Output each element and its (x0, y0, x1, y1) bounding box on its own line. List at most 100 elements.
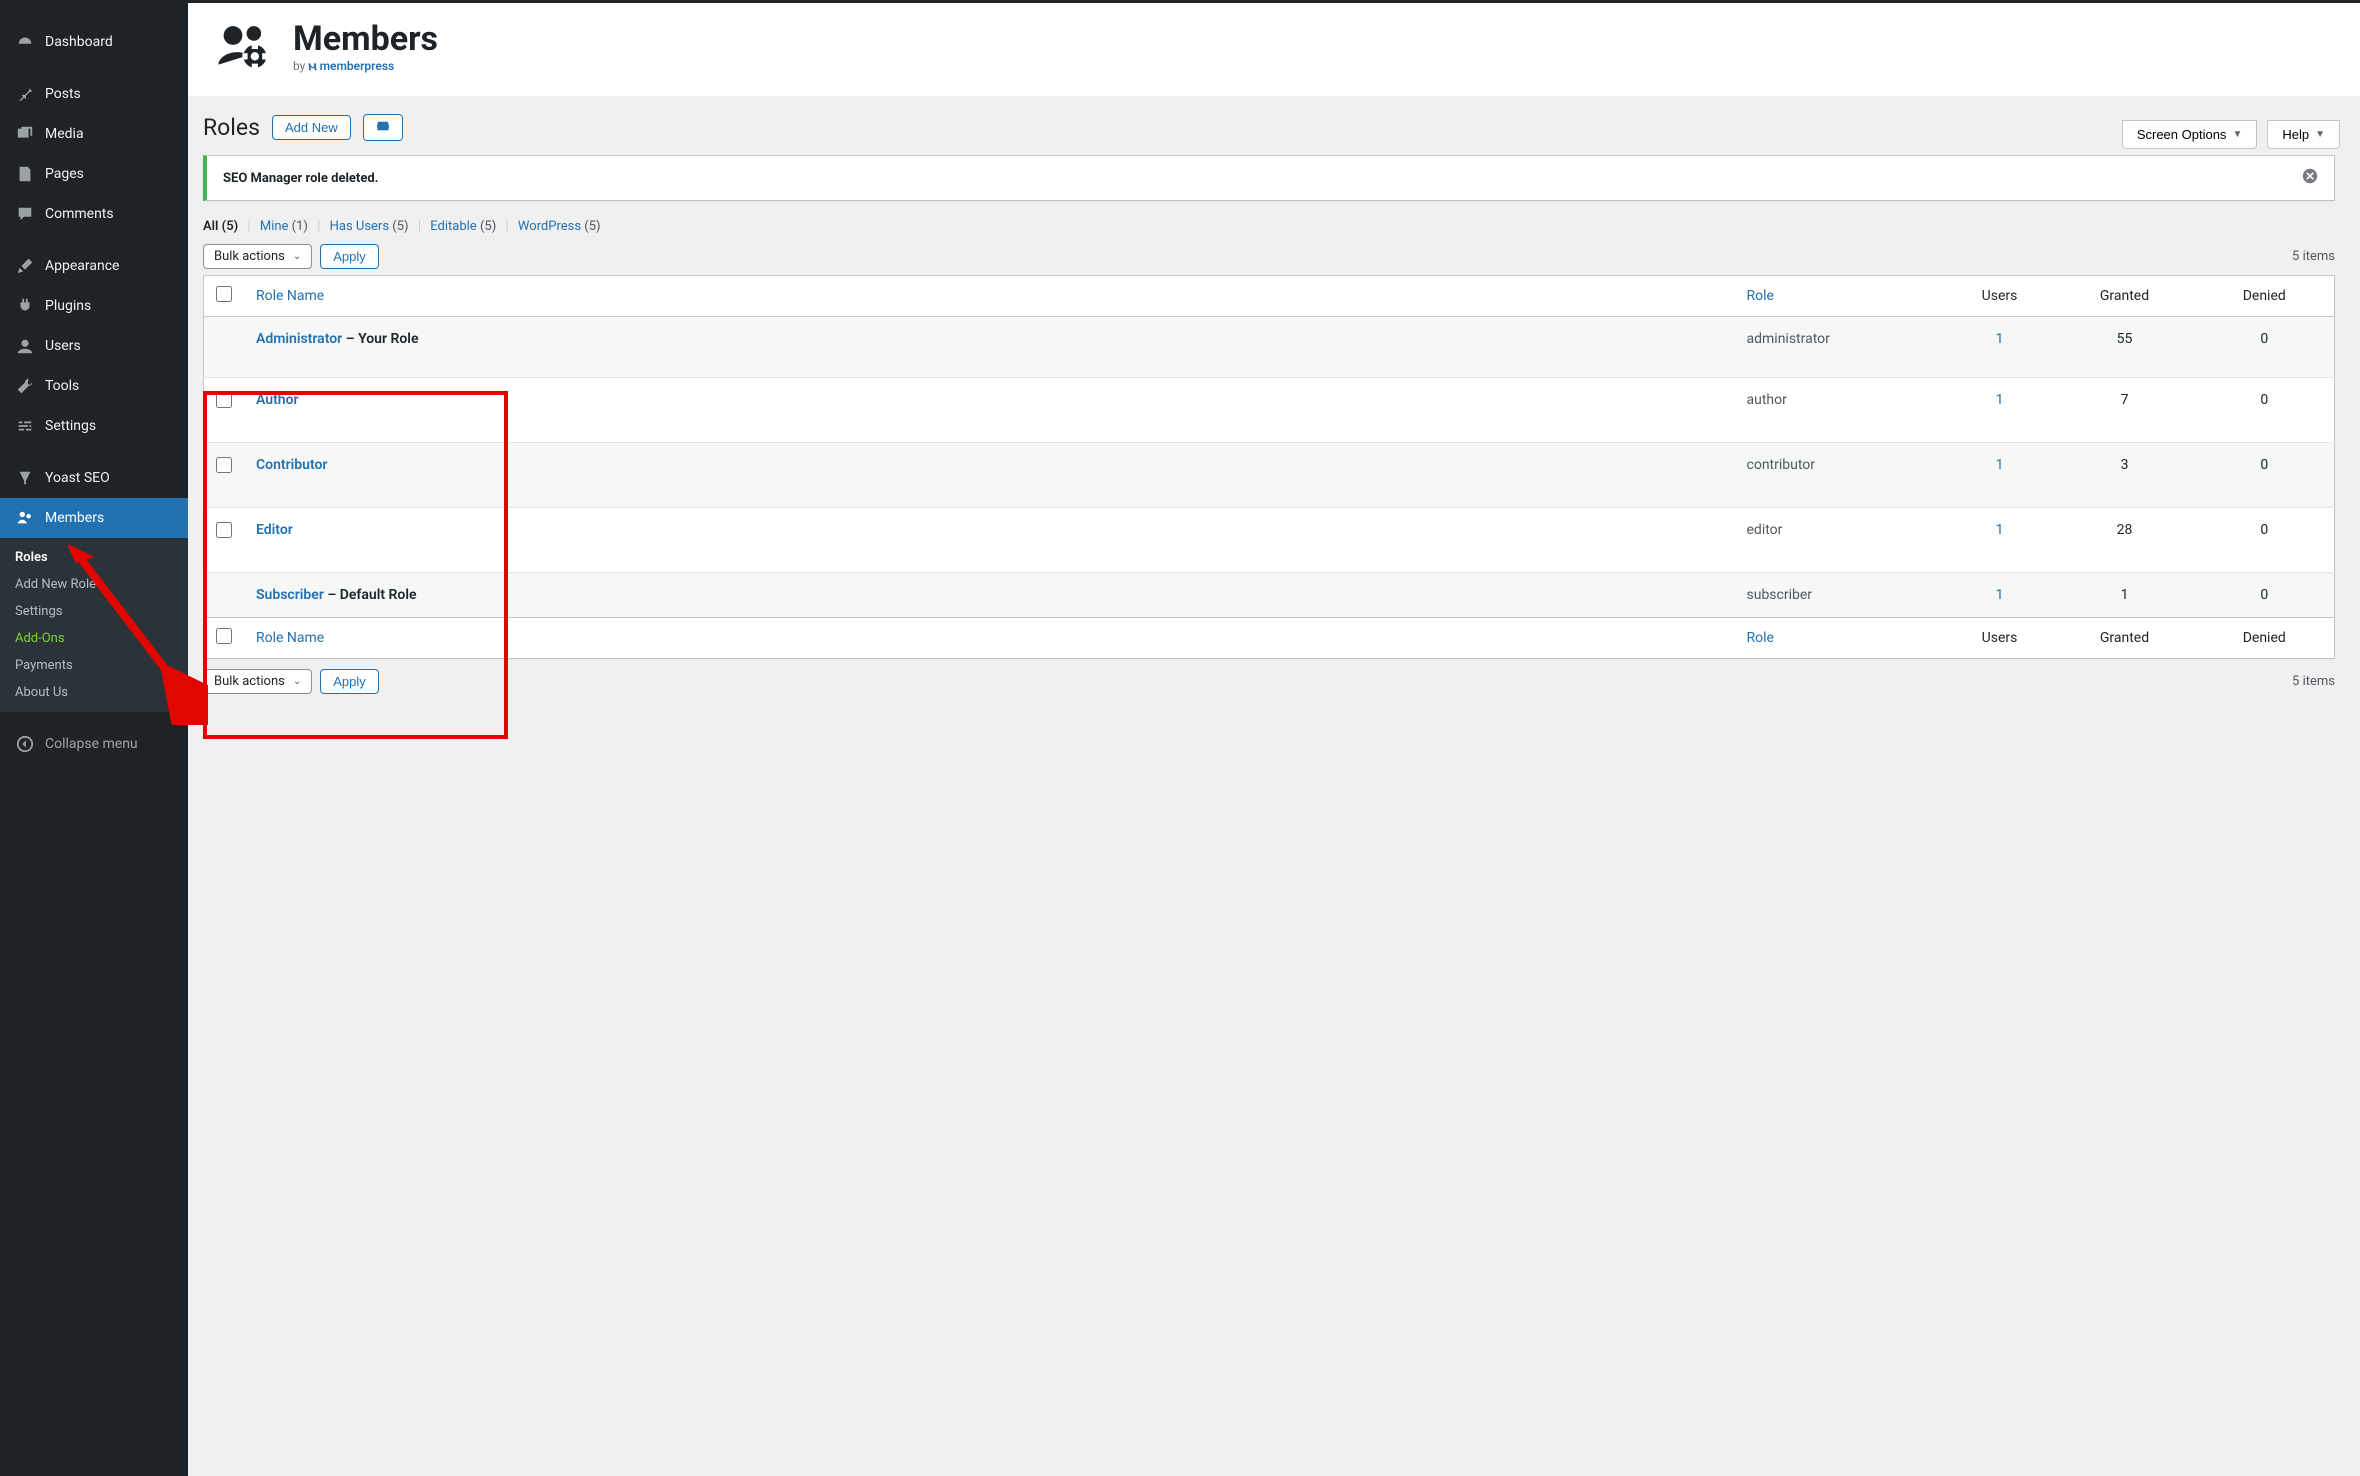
sidebar-item-yoast-seo[interactable]: Yoast SEO (0, 458, 188, 498)
members-icon (15, 508, 35, 528)
apply-bulk-button-bottom[interactable]: Apply (320, 669, 379, 694)
sliders-icon (15, 416, 35, 436)
items-count-bottom: 5 items (2292, 674, 2335, 689)
users-count-link[interactable]: 1 (1996, 522, 2004, 538)
inbox-button[interactable] (363, 114, 403, 141)
role-filters: All (5) | Mine (1) | Has Users (5) | Edi… (203, 219, 2335, 234)
select-all-checkbox[interactable] (216, 286, 232, 302)
sidebar-item-posts[interactable]: Posts (0, 74, 188, 114)
sidebar-item-users[interactable]: Users (0, 326, 188, 366)
notice-message: SEO Manager role deleted. (223, 171, 378, 186)
granted-count: 1 (2055, 573, 2195, 618)
users-count-link[interactable]: 1 (1996, 457, 2004, 473)
denied-count: 0 (2195, 508, 2335, 573)
col-granted: Granted (2055, 276, 2195, 317)
add-new-button[interactable]: Add New (272, 115, 351, 140)
sidebar-item-comments[interactable]: Comments (0, 194, 188, 234)
row-checkbox[interactable] (216, 392, 232, 408)
role-suffix: – Your Role (342, 331, 418, 347)
row-checkbox[interactable] (216, 522, 232, 538)
bulk-actions-select-bottom[interactable]: Bulk actions ⌄ (203, 669, 312, 694)
sidebar-subitem-payments[interactable]: Payments (0, 652, 188, 679)
col-users: Users (1945, 618, 2055, 659)
filter-mine[interactable]: Mine (260, 219, 289, 234)
table-row: Authorauthor170 (204, 378, 2335, 443)
screen-options-button[interactable]: Screen Options ▼ (2122, 120, 2258, 149)
sidebar-item-members[interactable]: Members (0, 498, 188, 538)
pages-icon (15, 164, 35, 184)
role-name-link[interactable]: Subscriber (256, 587, 324, 603)
sidebar-subitem-settings[interactable]: Settings (0, 598, 188, 625)
role-slug: author (1735, 378, 1945, 443)
sidebar-item-label: Settings (45, 418, 96, 434)
row-checkbox[interactable] (216, 457, 232, 473)
sidebar-item-appearance[interactable]: Appearance (0, 246, 188, 286)
plug-icon (15, 296, 35, 316)
col-granted: Granted (2055, 618, 2195, 659)
collapse-icon (15, 734, 35, 754)
denied-count: 0 (2195, 573, 2335, 618)
filter-wordpress[interactable]: WordPress (518, 219, 581, 234)
pin-icon (15, 84, 35, 104)
role-suffix: – Default Role (324, 587, 417, 603)
role-name-link[interactable]: Author (256, 392, 299, 408)
sidebar-subitem-add-ons[interactable]: Add-Ons (0, 625, 188, 652)
sidebar-subitem-about-us[interactable]: About Us (0, 679, 188, 706)
items-count: 5 items (2292, 249, 2335, 264)
dismiss-notice-button[interactable] (2302, 168, 2318, 188)
col-denied: Denied (2195, 276, 2335, 317)
sidebar-collapse[interactable]: Collapse menu (0, 724, 188, 764)
users-count-link[interactable]: 1 (1996, 587, 2004, 603)
sidebar-item-tools[interactable]: Tools (0, 366, 188, 406)
table-row: Subscriber – Default Rolesubscriber110 (204, 573, 2335, 618)
granted-count: 7 (2055, 378, 2195, 443)
sidebar-item-label: Tools (45, 378, 79, 394)
sidebar-subitem-roles[interactable]: Roles (0, 544, 188, 571)
filter-all[interactable]: All (5) (203, 219, 238, 234)
sidebar-item-dashboard[interactable]: Dashboard (0, 22, 188, 62)
sidebar-submenu: Roles Add New Role Settings Add-Ons Paym… (0, 538, 188, 712)
table-row: Contributorcontributor130 (204, 443, 2335, 508)
col-role[interactable]: Role (1735, 618, 1945, 659)
users-count-link[interactable]: 1 (1996, 331, 2004, 347)
brush-icon (15, 256, 35, 276)
sidebar-item-pages[interactable]: Pages (0, 154, 188, 194)
col-role-name[interactable]: Role Name (244, 276, 1735, 317)
granted-count: 55 (2055, 317, 2195, 378)
user-icon (15, 336, 35, 356)
role-slug: subscriber (1735, 573, 1945, 618)
sidebar-item-label: Collapse menu (45, 736, 138, 752)
filter-editable[interactable]: Editable (430, 219, 476, 234)
table-row: Editoreditor1280 (204, 508, 2335, 573)
select-all-checkbox-footer[interactable] (216, 628, 232, 644)
sidebar-subitem-add-new-role[interactable]: Add New Role (0, 571, 188, 598)
screen-meta-links: Screen Options ▼ Help ▼ (2122, 120, 2340, 149)
help-button[interactable]: Help ▼ (2267, 120, 2340, 149)
role-slug: administrator (1735, 317, 1945, 378)
granted-count: 28 (2055, 508, 2195, 573)
col-role-name[interactable]: Role Name (244, 618, 1735, 659)
sidebar-item-label: Comments (45, 206, 114, 222)
sidebar-item-settings[interactable]: Settings (0, 406, 188, 446)
media-icon (15, 124, 35, 144)
sidebar-item-label: Dashboard (45, 34, 113, 50)
filter-has-users[interactable]: Has Users (330, 219, 389, 234)
chevron-down-icon: ⌄ (293, 676, 301, 687)
wrench-icon (15, 376, 35, 396)
sidebar-item-media[interactable]: Media (0, 114, 188, 154)
sidebar-item-plugins[interactable]: Plugins (0, 286, 188, 326)
yoast-icon (15, 468, 35, 488)
users-count-link[interactable]: 1 (1996, 392, 2004, 408)
apply-bulk-button[interactable]: Apply (320, 244, 379, 269)
caret-down-icon: ▼ (2315, 129, 2325, 140)
role-name-link[interactable]: Contributor (256, 457, 327, 473)
role-name-link[interactable]: Administrator (256, 331, 342, 347)
sidebar-item-label: Plugins (45, 298, 91, 314)
plugin-byline: by ⲙ memberpress (293, 58, 438, 74)
bulk-actions-select[interactable]: Bulk actions ⌄ (203, 244, 312, 269)
main-content: Members by ⲙ memberpress Screen Options … (188, 0, 2360, 1476)
role-name-link[interactable]: Editor (256, 522, 293, 538)
members-logo-icon (213, 23, 278, 73)
success-notice: SEO Manager role deleted. (203, 155, 2335, 201)
col-role[interactable]: Role (1735, 276, 1945, 317)
